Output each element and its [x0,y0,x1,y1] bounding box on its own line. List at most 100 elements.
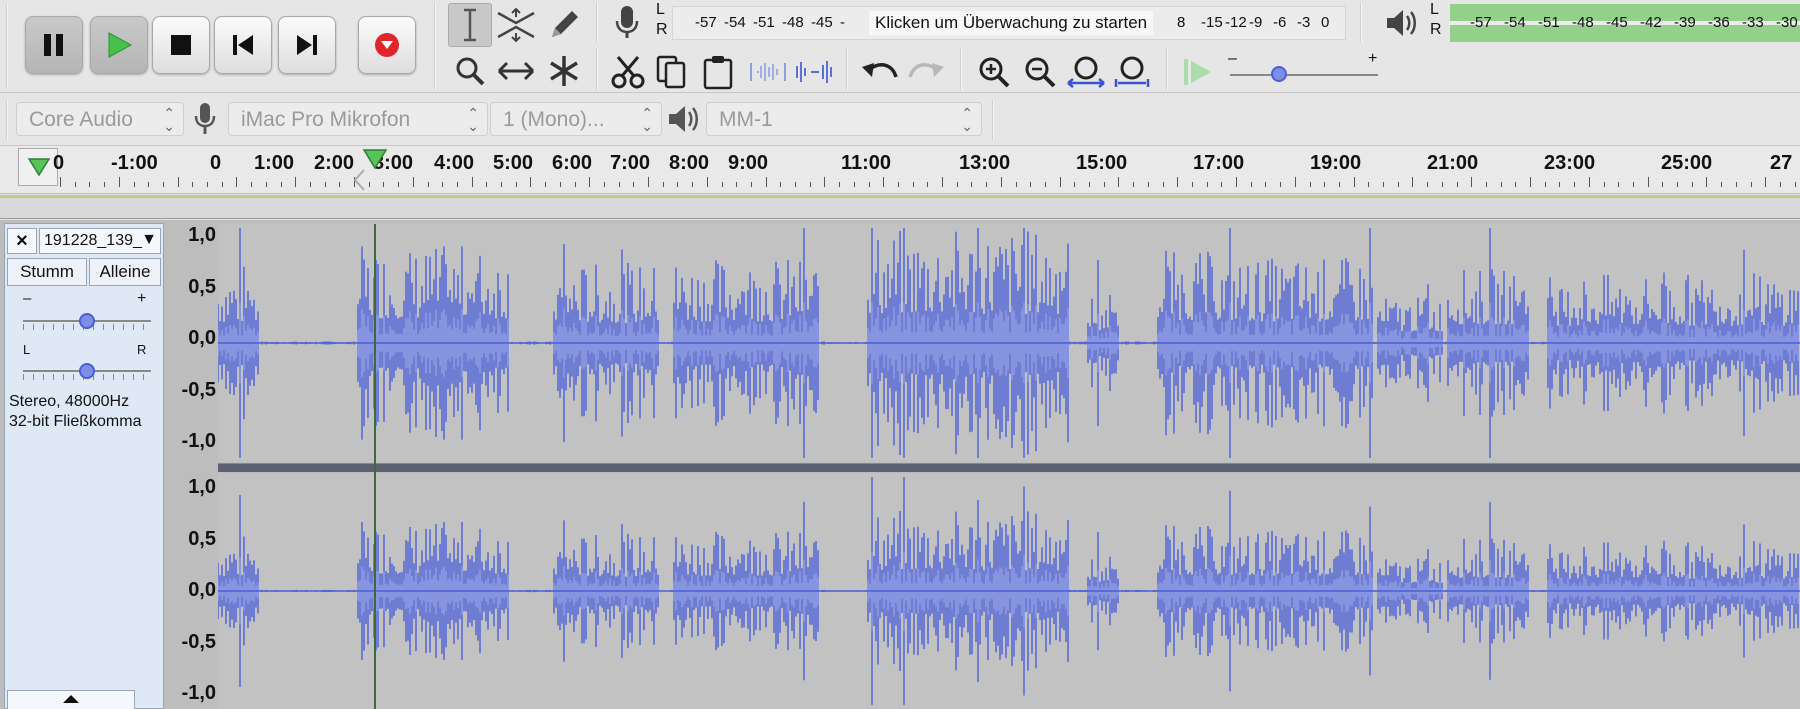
ruler-tick [251,182,253,187]
ruler-tick [1721,182,1723,187]
time-shift-tool-button[interactable] [494,49,538,93]
ruler-tick [868,182,870,187]
silence-audio-button[interactable] [792,50,836,94]
amplitude-label: -1,0 [181,682,216,704]
play-level-meter[interactable]: -57 -54 -51 -48 -45 -42 -39 -36 -33 -30 [1450,4,1800,42]
copy-button[interactable] [652,50,692,94]
channel-divider[interactable] [218,463,1800,472]
separator [960,48,962,90]
playback-device-select[interactable]: MM-1 ⌃ ⌄ [706,102,982,136]
ruler-label: 0 [53,152,65,174]
playback-device-value: MM-1 [719,108,773,131]
ruler-tick [1133,182,1135,187]
gain-minus-label: – [23,290,32,307]
close-track-button[interactable]: × [7,228,37,254]
track-name-menu[interactable]: 191228_139_ ▼ [39,228,161,254]
trim-audio-button[interactable] [746,50,790,94]
ruler-tick [897,182,899,187]
zoom-fit-icon [1114,56,1150,87]
ruler-tick [1632,182,1634,187]
ruler-tick [1735,182,1737,187]
ruler-tick [1397,182,1399,187]
pan-right-label: R [137,342,147,357]
ruler-tick [1280,182,1282,187]
solo-button[interactable]: Alleine [89,258,161,286]
speed-thumb[interactable] [1270,66,1287,82]
ruler-tick [1368,182,1370,187]
play-at-speed-button[interactable] [1178,50,1218,94]
asterisk-icon [550,56,578,86]
recording-device-select[interactable]: iMac Pro Mikrofon ⌃ ⌄ [228,102,488,136]
record-level-meter[interactable]: -57 -54 -51 -48 -45- Klicken um Überwachung … [672,6,1346,40]
meter-scale-label: -36 [1708,14,1730,31]
separator [846,48,848,90]
redo-button[interactable] [904,50,948,94]
skip-to-end-button[interactable] [278,16,336,74]
play-meter-button[interactable] [1384,6,1418,45]
stop-button[interactable] [152,16,210,74]
zoom-out-button[interactable] [1018,50,1062,94]
toolbar-grip[interactable] [6,4,8,89]
collapse-track-button[interactable] [7,690,135,709]
multi-tool-button[interactable] [542,49,586,93]
skip-to-start-button[interactable] [214,16,272,74]
updown-icon: ⌃ ⌄ [641,105,653,134]
separator [1360,2,1362,42]
record-icon [375,33,399,57]
ruler-label: 13:00 [959,152,1011,174]
zoom-selection-icon [1067,56,1105,88]
ruler-label: 1:00 [254,152,295,174]
amplitude-label: 0,5 [188,527,216,550]
cut-button[interactable] [608,50,648,94]
ruler-tick [1500,182,1502,187]
separator [1166,48,1168,90]
waveform-left-channel[interactable] [217,224,1800,462]
amplitude-label: 0,5 [188,275,216,298]
ruler-tick [677,182,679,187]
track-area: × 191228_139_ ▼ Stumm Alleine – + L R St… [0,220,1800,709]
speed-plus: + [1368,50,1378,67]
record-meter-scale: -57 -54 -51 -48 -45- [695,14,869,31]
ruler-tick [1750,182,1752,187]
paste-button[interactable] [698,50,738,94]
ruler-label: 2:00 [314,152,355,174]
gain-thumb[interactable] [79,313,95,329]
selection-tool-button[interactable] [448,3,492,47]
meter-scale-label: -51 [753,14,775,31]
record-meter-button[interactable] [612,4,642,47]
waveform-right-channel[interactable] [217,473,1800,709]
silence-icon [796,61,832,83]
zoom-tool-button[interactable] [448,49,492,93]
draw-tool-button[interactable] [542,3,586,47]
undo-button[interactable] [858,50,902,94]
play-button[interactable] [90,16,148,74]
ruler-tick [1412,177,1414,187]
speed-minus: – [1228,50,1237,67]
scissors-icon [611,56,645,89]
separator [434,2,436,90]
fit-selection-button[interactable] [1064,50,1108,94]
meter-scale-label: -30 [1776,14,1798,31]
pinned-play-head-button[interactable] [18,148,58,186]
record-button[interactable] [358,16,416,74]
ruler-label: 25:00 [1661,152,1713,174]
playback-speed-slider[interactable]: – + [1226,50,1386,88]
play-icon [108,32,133,58]
meter-scale-label: -6 [1273,14,1287,31]
ruler-tick [956,182,958,187]
pause-button[interactable] [25,16,83,74]
ruler-tick [927,182,929,187]
zoom-in-button[interactable] [972,50,1016,94]
fit-project-button[interactable] [1110,50,1154,94]
toolbar-grip[interactable] [6,100,8,140]
audio-host-select[interactable]: Core Audio ⌃ ⌄ [16,102,184,136]
envelope-tool-button[interactable] [494,3,538,47]
collapse-up-icon [63,695,79,703]
ruler-tick [295,177,297,187]
recording-channels-select[interactable]: 1 (Mono)... ⌃ ⌄ [490,102,662,136]
skip-to-end-icon [297,35,317,55]
mute-button[interactable]: Stumm [7,258,87,286]
ruler-tick [501,182,502,187]
pan-thumb[interactable] [79,363,95,379]
timeline-ruler[interactable]: 0 -1:00 0 1:00 2:00 3:00 4:00 5:00 6:00 7:00 8:00 9… [0,146,1800,194]
